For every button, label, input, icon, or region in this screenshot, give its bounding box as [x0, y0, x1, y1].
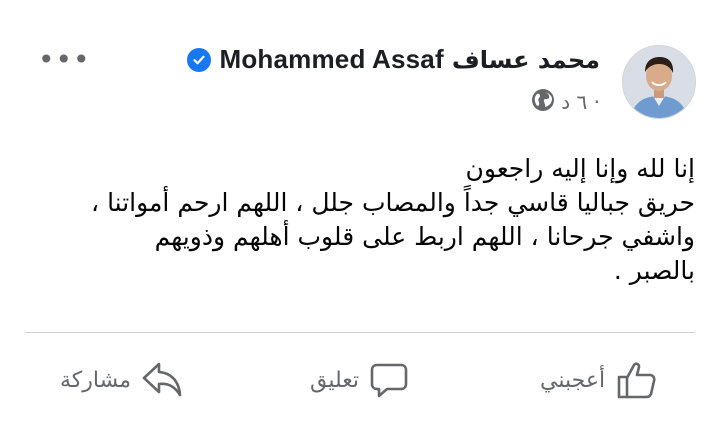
- post-meta: · ٦ د: [531, 88, 600, 116]
- post-time[interactable]: · ٦ د: [561, 90, 600, 114]
- post-body: إنا لله وإنا إليه راجعون حريق جباليا قاس…: [35, 152, 695, 288]
- globe-icon: [531, 88, 555, 116]
- author-name-ar[interactable]: محمد عساف: [452, 46, 600, 74]
- more-options-icon: •••: [38, 43, 91, 76]
- share-button[interactable]: مشاركة: [60, 354, 183, 406]
- more-options-button[interactable]: •••: [38, 46, 91, 74]
- thumbs-up-icon: [615, 360, 659, 400]
- share-label: مشاركة: [60, 367, 132, 393]
- divider: [25, 332, 695, 333]
- post-header: ••• Mohammed Assaf محمد عساف · ٦ د: [0, 0, 720, 140]
- post-card: ••• Mohammed Assaf محمد عساف · ٦ د إنا ل…: [0, 0, 720, 428]
- verified-badge-icon: [187, 47, 212, 72]
- post-body-line: حريق جباليا قاسي جداً والمصاب جلل ، الله…: [91, 188, 695, 217]
- post-body-line: إنا لله وإنا إليه راجعون: [465, 154, 695, 183]
- post-body-line: بالصبر .: [613, 256, 695, 285]
- time-text: ٦ د: [561, 90, 588, 114]
- like-button[interactable]: أعجبني: [540, 354, 659, 406]
- comment-bubble-icon: [369, 360, 409, 400]
- post-body-line: واشفي جرحانا ، اللهم اربط على قلوب أهلهم…: [154, 222, 695, 251]
- comment-label: تعليق: [310, 367, 360, 393]
- action-bar: أعجبني تعليق مشاركة: [0, 350, 720, 410]
- author-name-en[interactable]: Mohammed Assaf: [219, 44, 443, 75]
- like-label: أعجبني: [540, 367, 606, 393]
- time-separator: ·: [593, 90, 600, 114]
- share-arrow-icon: [141, 360, 183, 400]
- avatar-image: [623, 46, 695, 118]
- author-row: Mohammed Assaf محمد عساف: [187, 44, 600, 75]
- comment-button[interactable]: تعليق: [310, 354, 409, 406]
- author-avatar[interactable]: [622, 45, 696, 119]
